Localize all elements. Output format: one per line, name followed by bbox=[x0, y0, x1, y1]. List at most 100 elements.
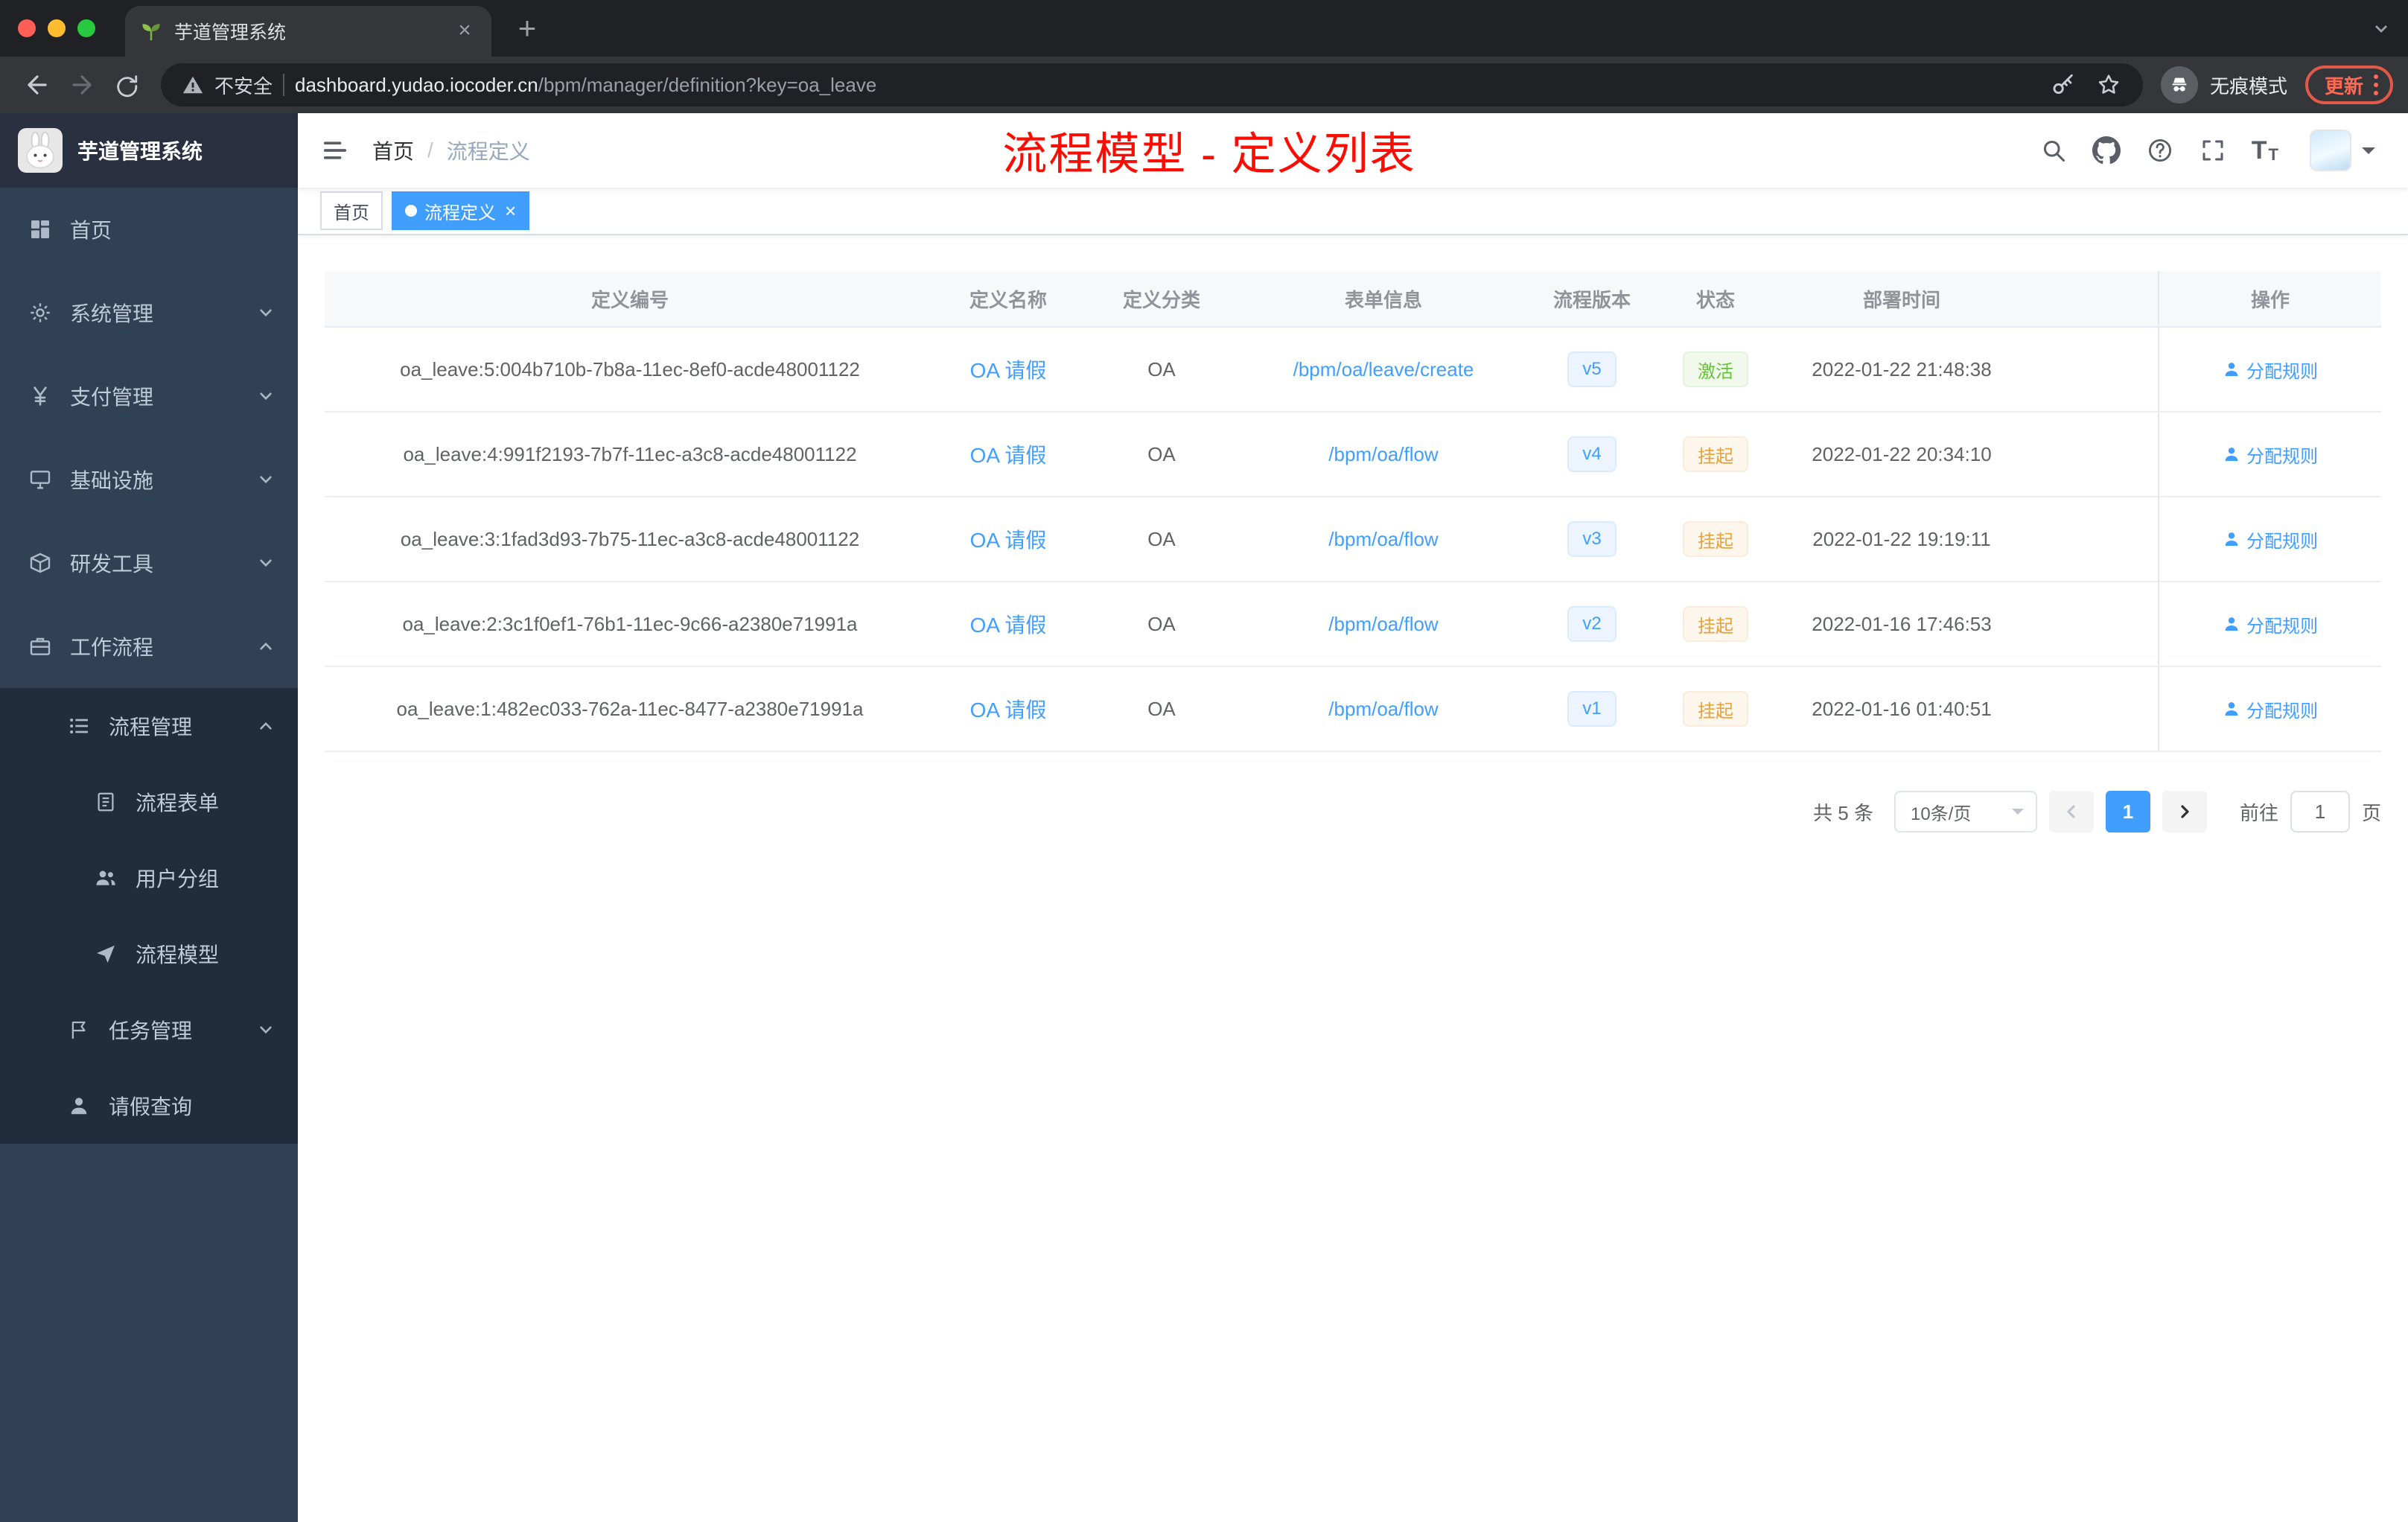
hamburger-icon[interactable] bbox=[298, 113, 372, 188]
forward-button[interactable] bbox=[60, 63, 104, 107]
font-size-icon[interactable]: TT bbox=[2252, 138, 2278, 163]
status-badge: 挂起 bbox=[1683, 521, 1748, 557]
column-header: 定义编号 bbox=[590, 288, 669, 311]
sidebar-logo[interactable]: 芋道管理系统 bbox=[0, 113, 298, 188]
breadcrumb-home[interactable]: 首页 bbox=[372, 136, 414, 165]
sidebar-item-infrastructure[interactable]: 基础设施 bbox=[0, 438, 298, 521]
chevron-down-icon bbox=[2011, 809, 2024, 821]
sidebar-item-workflow[interactable]: 工作流程 bbox=[0, 605, 298, 688]
assign-rule-icon bbox=[2225, 532, 2238, 546]
user-menu[interactable] bbox=[2310, 130, 2375, 171]
definition-name-link[interactable]: OA 请假 bbox=[970, 354, 1047, 384]
omnibox-divider bbox=[283, 74, 285, 96]
tag-close-icon[interactable]: × bbox=[505, 201, 516, 220]
github-icon[interactable] bbox=[2092, 136, 2121, 165]
assign-rule-link[interactable]: 分配规则 bbox=[2223, 526, 2318, 553]
minimize-window-button[interactable] bbox=[48, 19, 66, 37]
browser-window: 芋道管理系统 × + 不安全 dashboard.yudao.iocoder.c… bbox=[0, 0, 2408, 1522]
sidebar-item-label: 基础设施 bbox=[70, 469, 154, 492]
version-badge: v2 bbox=[1567, 606, 1617, 642]
sidebar-item-task-management[interactable]: 任务管理 bbox=[0, 992, 298, 1068]
user-icon bbox=[66, 1095, 92, 1117]
url-path: /bpm/manager/definition?key=oa_leave bbox=[538, 73, 877, 96]
fullscreen-icon[interactable] bbox=[2200, 137, 2226, 164]
tag-process-definition[interactable]: 流程定义 × bbox=[392, 191, 530, 230]
form-link[interactable]: /bpm/oa/leave/create bbox=[1293, 358, 1474, 381]
next-page-button[interactable] bbox=[2162, 791, 2207, 832]
bookmark-star-icon[interactable] bbox=[2095, 71, 2122, 98]
sidebar-item-home[interactable]: 首页 bbox=[0, 188, 298, 271]
deploy-time: 2022-01-22 20:34:10 bbox=[1812, 442, 1992, 465]
page-size-select[interactable]: 10条/页 bbox=[1893, 791, 2037, 832]
sidebar-item-process-model[interactable]: 流程模型 bbox=[0, 916, 298, 992]
page-number-button[interactable]: 1 bbox=[2105, 791, 2150, 832]
page-content: 定义编号 定义名称 定义分类 表单信息 流程版本 状态 部署时间 操作 oa_l… bbox=[298, 235, 2408, 1522]
sidebar-item-user-group[interactable]: 用户分组 bbox=[0, 840, 298, 916]
sidebar-item-process-form[interactable]: 流程表单 bbox=[0, 764, 298, 840]
zoom-window-button[interactable] bbox=[77, 19, 95, 37]
help-icon[interactable] bbox=[2146, 136, 2174, 165]
assign-rule-link[interactable]: 分配规则 bbox=[2223, 611, 2318, 637]
chevron-up-icon bbox=[258, 718, 274, 734]
version-badge: v3 bbox=[1567, 521, 1617, 557]
definition-name-link[interactable]: OA 请假 bbox=[970, 609, 1047, 639]
address-bar[interactable]: 不安全 dashboard.yudao.iocoder.cn/bpm/manag… bbox=[161, 63, 2143, 106]
form-link[interactable]: /bpm/oa/flow bbox=[1328, 613, 1438, 636]
deploy-time: 2022-01-16 01:40:51 bbox=[1812, 697, 1992, 720]
tab-close-icon[interactable]: × bbox=[453, 19, 477, 43]
sidebar-item-devtools[interactable]: 研发工具 bbox=[0, 521, 298, 605]
workflow-icon bbox=[27, 634, 54, 658]
form-link[interactable]: /bpm/oa/flow bbox=[1328, 443, 1438, 466]
task-icon bbox=[66, 1019, 92, 1041]
status-badge: 挂起 bbox=[1683, 691, 1748, 727]
user-group-icon bbox=[92, 866, 119, 890]
form-link[interactable]: /bpm/oa/flow bbox=[1328, 528, 1438, 551]
sidebar-item-process-management[interactable]: 流程管理 bbox=[0, 688, 298, 764]
page-url[interactable]: dashboard.yudao.iocoder.cn/bpm/manager/d… bbox=[295, 74, 876, 97]
new-tab-button[interactable]: + bbox=[506, 7, 548, 49]
assign-rule-icon bbox=[2225, 617, 2238, 631]
form-link[interactable]: /bpm/oa/flow bbox=[1328, 698, 1438, 721]
assign-rule-icon bbox=[2225, 363, 2238, 376]
not-secure-icon bbox=[182, 74, 204, 96]
prev-page-button[interactable] bbox=[2048, 791, 2094, 832]
back-button[interactable] bbox=[15, 63, 60, 107]
tag-home[interactable]: 首页 bbox=[320, 191, 383, 230]
reload-button[interactable] bbox=[104, 63, 149, 107]
gear-icon bbox=[27, 301, 54, 325]
form-icon bbox=[92, 791, 119, 813]
chrome-menu-icon[interactable] bbox=[2369, 74, 2383, 95]
sidebar: 芋道管理系统 首页 系统管理 支付管理 基础设施 研发工具 工作流程 流程管理 … bbox=[0, 113, 298, 1522]
browser-tab[interactable]: 芋道管理系统 × bbox=[125, 6, 491, 57]
definition-name-link[interactable]: OA 请假 bbox=[970, 694, 1047, 724]
avatar[interactable] bbox=[2310, 130, 2351, 171]
process-list-icon bbox=[66, 714, 92, 738]
password-key-icon[interactable] bbox=[2051, 72, 2076, 98]
breadcrumb-separator: / bbox=[427, 138, 433, 162]
sidebar-item-label: 支付管理 bbox=[70, 386, 154, 409]
infrastructure-icon bbox=[27, 468, 54, 491]
version-badge: v1 bbox=[1567, 691, 1617, 727]
close-window-button[interactable] bbox=[18, 19, 36, 37]
sidebar-item-leave-query[interactable]: 请假查询 bbox=[0, 1068, 298, 1144]
chevron-down-icon bbox=[2362, 147, 2375, 161]
sidebar-item-payment[interactable]: 支付管理 bbox=[0, 354, 298, 438]
chevron-down-icon bbox=[258, 471, 274, 488]
definition-name-link[interactable]: OA 请假 bbox=[970, 439, 1047, 469]
assign-rule-link[interactable]: 分配规则 bbox=[2223, 357, 2318, 383]
security-label[interactable]: 不安全 bbox=[214, 71, 273, 99]
column-header: 定义分类 bbox=[1122, 288, 1200, 311]
assign-rule-link[interactable]: 分配规则 bbox=[2223, 442, 2318, 468]
chrome-update-button[interactable]: 更新 bbox=[2305, 66, 2393, 104]
goto-page-input[interactable] bbox=[2290, 791, 2350, 832]
definition-name-link[interactable]: OA 请假 bbox=[970, 524, 1047, 554]
assign-rule-link[interactable]: 分配规则 bbox=[2223, 696, 2318, 722]
tab-search-icon[interactable] bbox=[2372, 19, 2390, 37]
browser-tab-bar: 芋道管理系统 × + bbox=[0, 0, 2408, 57]
total-count: 共 5 条 bbox=[1813, 801, 1873, 824]
sidebar-item-label: 研发工具 bbox=[70, 553, 154, 576]
search-icon[interactable] bbox=[2040, 137, 2067, 164]
sidebar-item-system[interactable]: 系统管理 bbox=[0, 271, 298, 354]
incognito-badge: 无痕模式 bbox=[2160, 66, 2287, 104]
column-header: 状态 bbox=[1695, 288, 1735, 311]
